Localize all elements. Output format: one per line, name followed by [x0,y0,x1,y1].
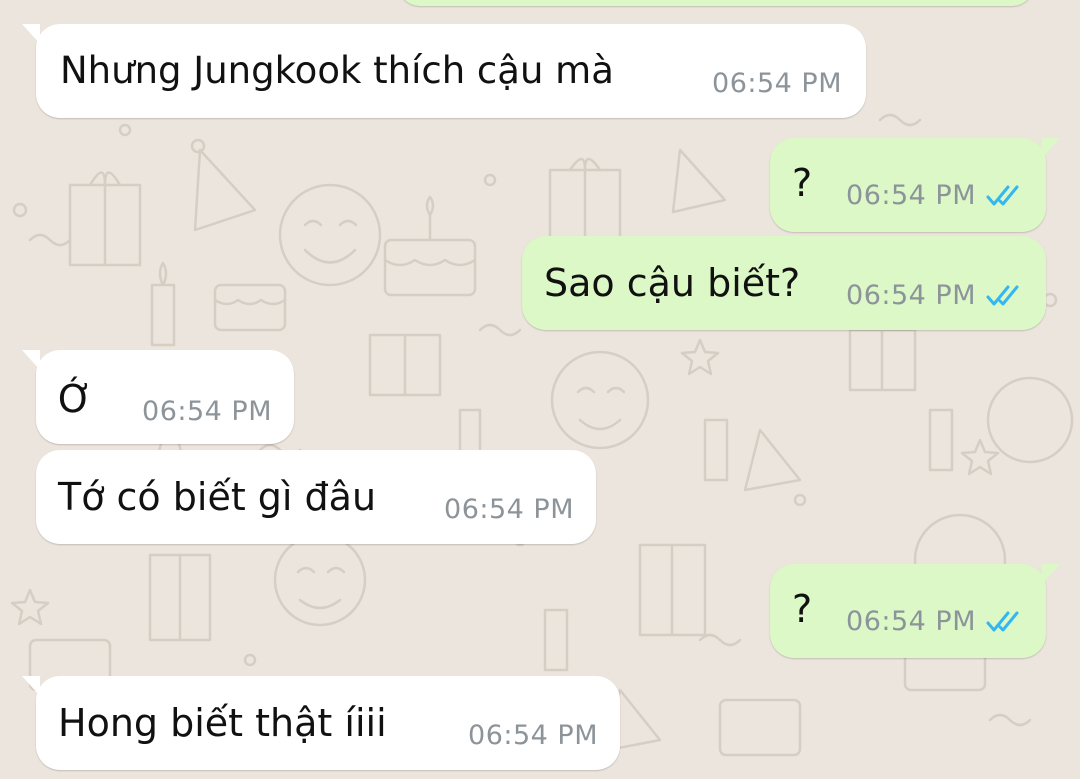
message-time: 06:54 PM [846,606,976,637]
message-meta: 06:54 PM [142,396,272,427]
bubble-tail [1042,138,1060,158]
bubble-tail [22,676,40,696]
message-text: Hong biết thật íiii [58,701,387,745]
message-meta: 06:54 PM [846,280,1024,311]
message-text: Nhưng Jungkook thích cậu mà [60,49,614,92]
bubble-tail [22,350,40,370]
message-time: 06:54 PM [846,180,976,211]
message-meta: 06:54 PM [468,720,598,751]
bubble-tail [22,24,40,44]
outgoing-message[interactable]: Sao cậu biết? 06:54 PM [522,236,1046,330]
double-check-icon [986,611,1019,631]
message-text: ? [792,161,813,205]
message-text: Sao cậu biết? [544,261,801,305]
message-time: 06:54 PM [444,494,574,525]
message-list[interactable]: Nhưng Jungkook thích cậu mà 06:54 PM ? 0… [0,0,1080,779]
previous-message-bubble[interactable] [398,0,1034,6]
outgoing-message[interactable]: ? 06:54 PM [770,138,1060,232]
incoming-message[interactable]: Ớ 06:54 PM [22,350,294,444]
message-time: 06:54 PM [468,720,598,751]
message-meta: 06:54 PM [846,180,1024,211]
message-meta: 06:54 PM [846,606,1024,637]
message-time: 06:54 PM [846,280,976,311]
message-text: Ớ [58,377,93,421]
message-meta: 06:54 PM [712,68,842,99]
incoming-message[interactable]: Tớ có biết gì đâu 06:54 PM [36,450,596,544]
double-check-icon [986,285,1019,305]
incoming-message[interactable]: Nhưng Jungkook thích cậu mà 06:54 PM [22,24,866,118]
bubble-tail [1042,564,1060,584]
message-text: ? [792,587,813,631]
double-check-icon [986,185,1019,205]
message-meta: 06:54 PM [444,494,574,525]
message-time: 06:54 PM [712,68,842,99]
outgoing-message[interactable]: ? 06:54 PM [770,564,1060,658]
message-text: Tớ có biết gì đâu [58,475,377,519]
incoming-message[interactable]: Hong biết thật íiii 06:54 PM [22,676,620,770]
message-time: 06:54 PM [142,396,272,427]
